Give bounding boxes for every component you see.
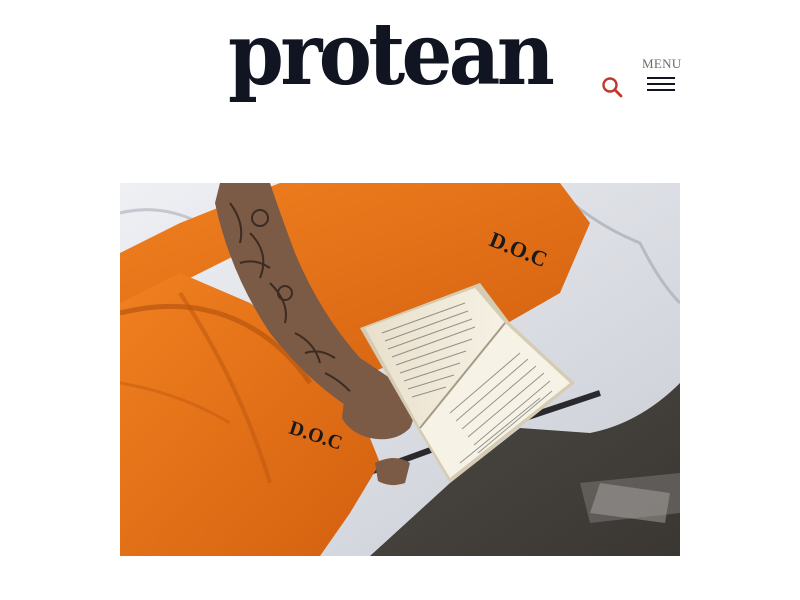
site-logo[interactable]: protean <box>228 12 576 130</box>
hero-illustration: D.O.C D.O.C <box>120 183 680 556</box>
logo-wordmark: protean <box>228 4 555 105</box>
menu-button[interactable]: MENU <box>640 54 684 94</box>
hero-image[interactable]: D.O.C D.O.C <box>120 183 680 556</box>
search-icon <box>602 77 623 98</box>
menu-label: MENU <box>642 56 682 71</box>
hamburger-icon <box>647 77 675 91</box>
site-header: protean MENU <box>0 0 800 150</box>
search-button[interactable] <box>600 75 624 99</box>
